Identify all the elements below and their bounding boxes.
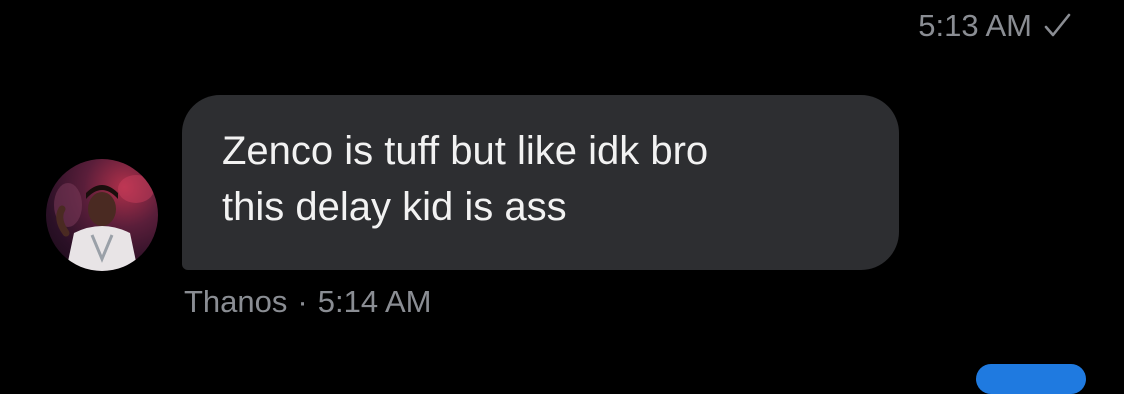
- sender-avatar[interactable]: [46, 159, 158, 271]
- meta-separator: ·: [297, 284, 308, 319]
- received-time: 5:14 AM: [317, 284, 432, 319]
- message-bubble[interactable]: Zenco is tuff but like idk bro this dela…: [182, 95, 899, 270]
- received-message-meta: Thanos · 5:14 AM: [184, 282, 431, 322]
- sender-name[interactable]: Thanos: [184, 284, 287, 320]
- message-text-line-2: this delay kid is ass: [222, 185, 567, 229]
- sent-time: 5:13 AM: [918, 8, 1032, 43]
- message-text-line-1: Zenco is tuff but like idk bro: [222, 129, 709, 173]
- checkmark-icon: [1042, 11, 1072, 41]
- sent-message-meta: 5:13 AM: [918, 6, 1072, 46]
- next-message-bubble-peek: [976, 364, 1086, 394]
